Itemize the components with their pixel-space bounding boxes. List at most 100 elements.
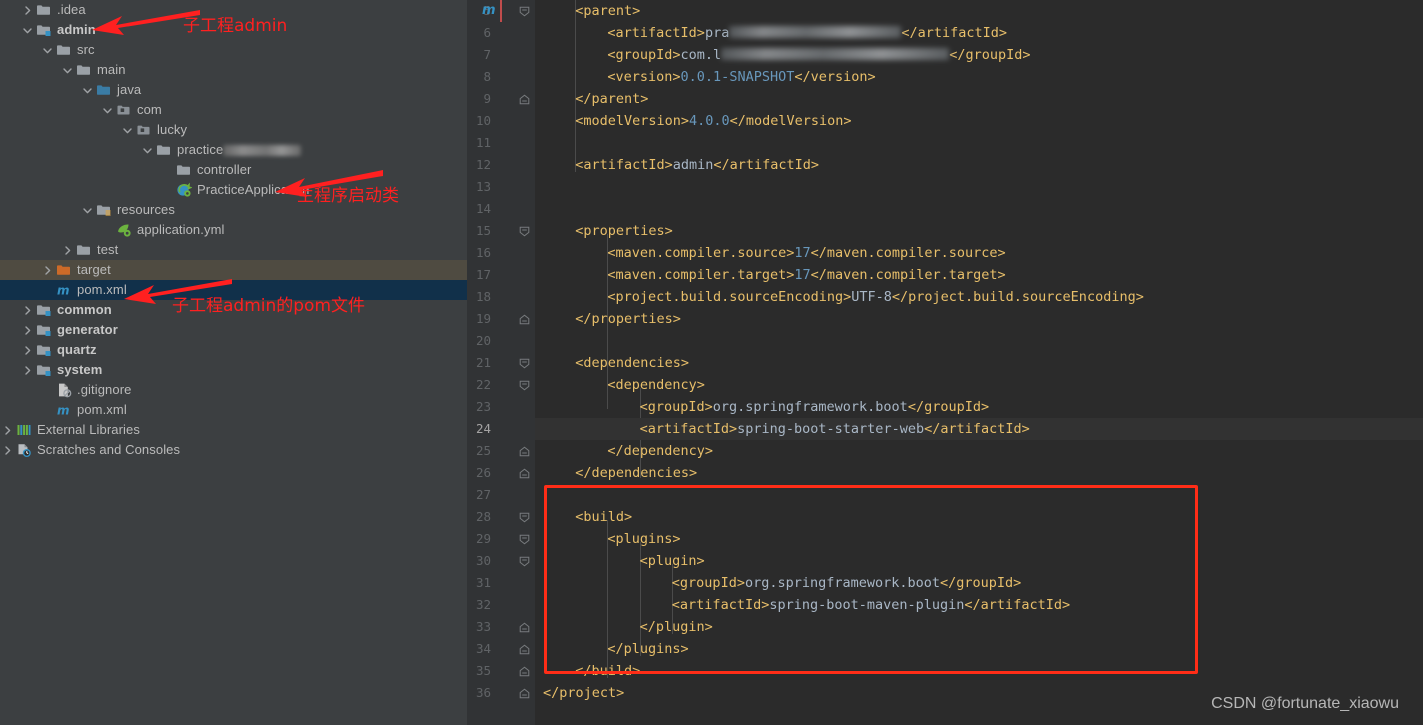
fold-expand-icon[interactable]	[519, 682, 530, 704]
fold-collapse-icon[interactable]	[519, 528, 530, 550]
spring-class-icon	[176, 182, 193, 198]
tree-item-system[interactable]: system	[0, 360, 467, 380]
code-line[interactable]	[535, 176, 543, 198]
line-number: 28	[475, 509, 491, 524]
chevron-down-icon[interactable]	[42, 45, 53, 56]
code-line[interactable]	[535, 132, 543, 154]
code-line[interactable]: </properties>	[535, 308, 681, 330]
project-tree-panel[interactable]: .idea admin src main java com lucky practice con…	[0, 0, 467, 725]
tree-item-test[interactable]: test	[0, 240, 467, 260]
tree-item-target[interactable]: target	[0, 260, 467, 280]
code-line[interactable]: <parent>	[535, 0, 640, 22]
tree-item-external-libraries[interactable]: External Libraries	[0, 420, 467, 440]
chevron-right-icon[interactable]	[22, 325, 33, 336]
fold-collapse-icon[interactable]	[519, 0, 530, 22]
chevron-down-icon[interactable]	[22, 25, 33, 36]
tree-item-quartz[interactable]: quartz	[0, 340, 467, 360]
fold-expand-icon[interactable]	[519, 638, 530, 660]
chevron-right-icon[interactable]	[2, 445, 13, 456]
code-line[interactable]: </dependencies>	[535, 462, 697, 484]
tree-item-java[interactable]: java	[0, 80, 467, 100]
chevron-down-icon[interactable]	[62, 65, 73, 76]
maven-file-marker-icon[interactable]: m	[482, 0, 496, 22]
tree-item-controller[interactable]: controller	[0, 160, 467, 180]
chevron-down-icon[interactable]	[102, 105, 113, 116]
tree-item-label: pom.xml	[77, 282, 127, 297]
chevron-right-icon[interactable]	[22, 365, 33, 376]
code-line[interactable]: <properties>	[535, 220, 673, 242]
chevron-right-icon[interactable]	[22, 5, 33, 16]
code-line[interactable]: <dependencies>	[535, 352, 689, 374]
code-line[interactable]: </plugins>	[535, 638, 688, 660]
vcs-change-marker[interactable]	[500, 0, 502, 22]
code-line[interactable]	[535, 198, 543, 220]
fold-expand-icon[interactable]	[519, 660, 530, 682]
line-number: 18	[475, 289, 491, 304]
code-line[interactable]: <artifactId>admin</artifactId>	[535, 154, 819, 176]
code-line[interactable]	[535, 484, 543, 506]
fold-expand-icon[interactable]	[519, 616, 530, 638]
code-line[interactable]: <plugins>	[535, 528, 680, 550]
fold-expand-icon[interactable]	[519, 462, 530, 484]
fold-expand-icon[interactable]	[519, 88, 530, 110]
tree-item-gitignore[interactable]: .gitignore	[0, 380, 467, 400]
code-line[interactable]: <modelVersion>4.0.0</modelVersion>	[535, 110, 851, 132]
tree-item-main[interactable]: main	[0, 60, 467, 80]
tree-item-label: com	[137, 102, 162, 117]
editor-gutter[interactable]: 5 6 7 8 9 10 11 12 13 14 15 16 17 18 19 20 21 22 23 24 25 26 2…	[467, 0, 535, 725]
tree-item-generator[interactable]: generator	[0, 320, 467, 340]
code-line[interactable]	[535, 330, 543, 352]
code-line[interactable]: </build>	[535, 660, 640, 682]
fold-expand-icon[interactable]	[519, 440, 530, 462]
code-line[interactable]: </dependency>	[535, 440, 713, 462]
code-line[interactable]: <artifactId>pra </artifactId>	[535, 22, 1007, 44]
fold-collapse-icon[interactable]	[519, 220, 530, 242]
code-editor[interactable]: 5 6 7 8 9 10 11 12 13 14 15 16 17 18 19 20 21 22 23 24 25 26 2…	[467, 0, 1423, 725]
code-line[interactable]: <project.build.sourceEncoding>UTF-8</pro…	[535, 286, 1143, 308]
fold-collapse-icon[interactable]	[519, 506, 530, 528]
tree-item-label: system	[57, 362, 103, 377]
tree-item-pom-xml[interactable]: m pom.xml	[0, 400, 467, 420]
tree-item-label: .idea	[57, 2, 86, 17]
tree-item-scratches-and-consoles[interactable]: Scratches and Consoles	[0, 440, 467, 460]
code-line[interactable]: <groupId>com.l </groupId>	[535, 44, 1030, 66]
code-line[interactable]: <artifactId>spring-boot-starter-web</art…	[535, 418, 1423, 440]
fold-expand-icon[interactable]	[519, 308, 530, 330]
code-content[interactable]: <parent> <artifactId>pra </artifactId> <gro…	[535, 0, 1423, 725]
code-line[interactable]: </parent>	[535, 88, 648, 110]
code-line[interactable]: <maven.compiler.target>17</maven.compile…	[535, 264, 1005, 286]
code-line[interactable]: <groupId>org.springframework.boot</group…	[535, 572, 1022, 594]
fold-collapse-icon[interactable]	[519, 374, 530, 396]
code-line[interactable]: <build>	[535, 506, 632, 528]
tree-item-practice[interactable]: practice	[0, 140, 467, 160]
fold-collapse-icon[interactable]	[519, 352, 530, 374]
code-line[interactable]: </plugin>	[535, 616, 713, 638]
tree-item-com[interactable]: com	[0, 100, 467, 120]
code-line[interactable]: <groupId>org.springframework.boot</group…	[535, 396, 990, 418]
tree-item-label: src	[77, 42, 95, 57]
chevron-down-icon[interactable]	[82, 205, 93, 216]
tree-item-application-yml[interactable]: application.yml	[0, 220, 467, 240]
fold-collapse-icon[interactable]	[519, 550, 530, 572]
chevron-right-icon[interactable]	[62, 245, 73, 256]
line-number: 32	[475, 597, 491, 612]
tree-item-lucky[interactable]: lucky	[0, 120, 467, 140]
code-line[interactable]: </project>	[535, 682, 624, 704]
chevron-down-icon[interactable]	[142, 145, 153, 156]
chevron-down-icon[interactable]	[82, 85, 93, 96]
code-line[interactable]: <artifactId>spring-boot-maven-plugin</ar…	[535, 594, 1070, 616]
target-folder-icon	[56, 262, 72, 278]
code-line[interactable]: <version>0.0.1-SNAPSHOT</version>	[535, 66, 875, 88]
code-line[interactable]: <maven.compiler.source>17</maven.compile…	[535, 242, 1005, 264]
chevron-right-icon[interactable]	[42, 265, 53, 276]
chevron-right-icon[interactable]	[2, 425, 13, 436]
code-line[interactable]: <dependency>	[535, 374, 705, 396]
chevron-down-icon[interactable]	[122, 125, 133, 136]
chevron-right-icon[interactable]	[22, 305, 33, 316]
code-line[interactable]: <plugin>	[535, 550, 705, 572]
package-icon	[136, 122, 152, 138]
tree-item-src[interactable]: src	[0, 40, 467, 60]
tree-item-label: main	[97, 62, 126, 77]
chevron-right-icon[interactable]	[22, 345, 33, 356]
folder-icon	[156, 142, 172, 158]
